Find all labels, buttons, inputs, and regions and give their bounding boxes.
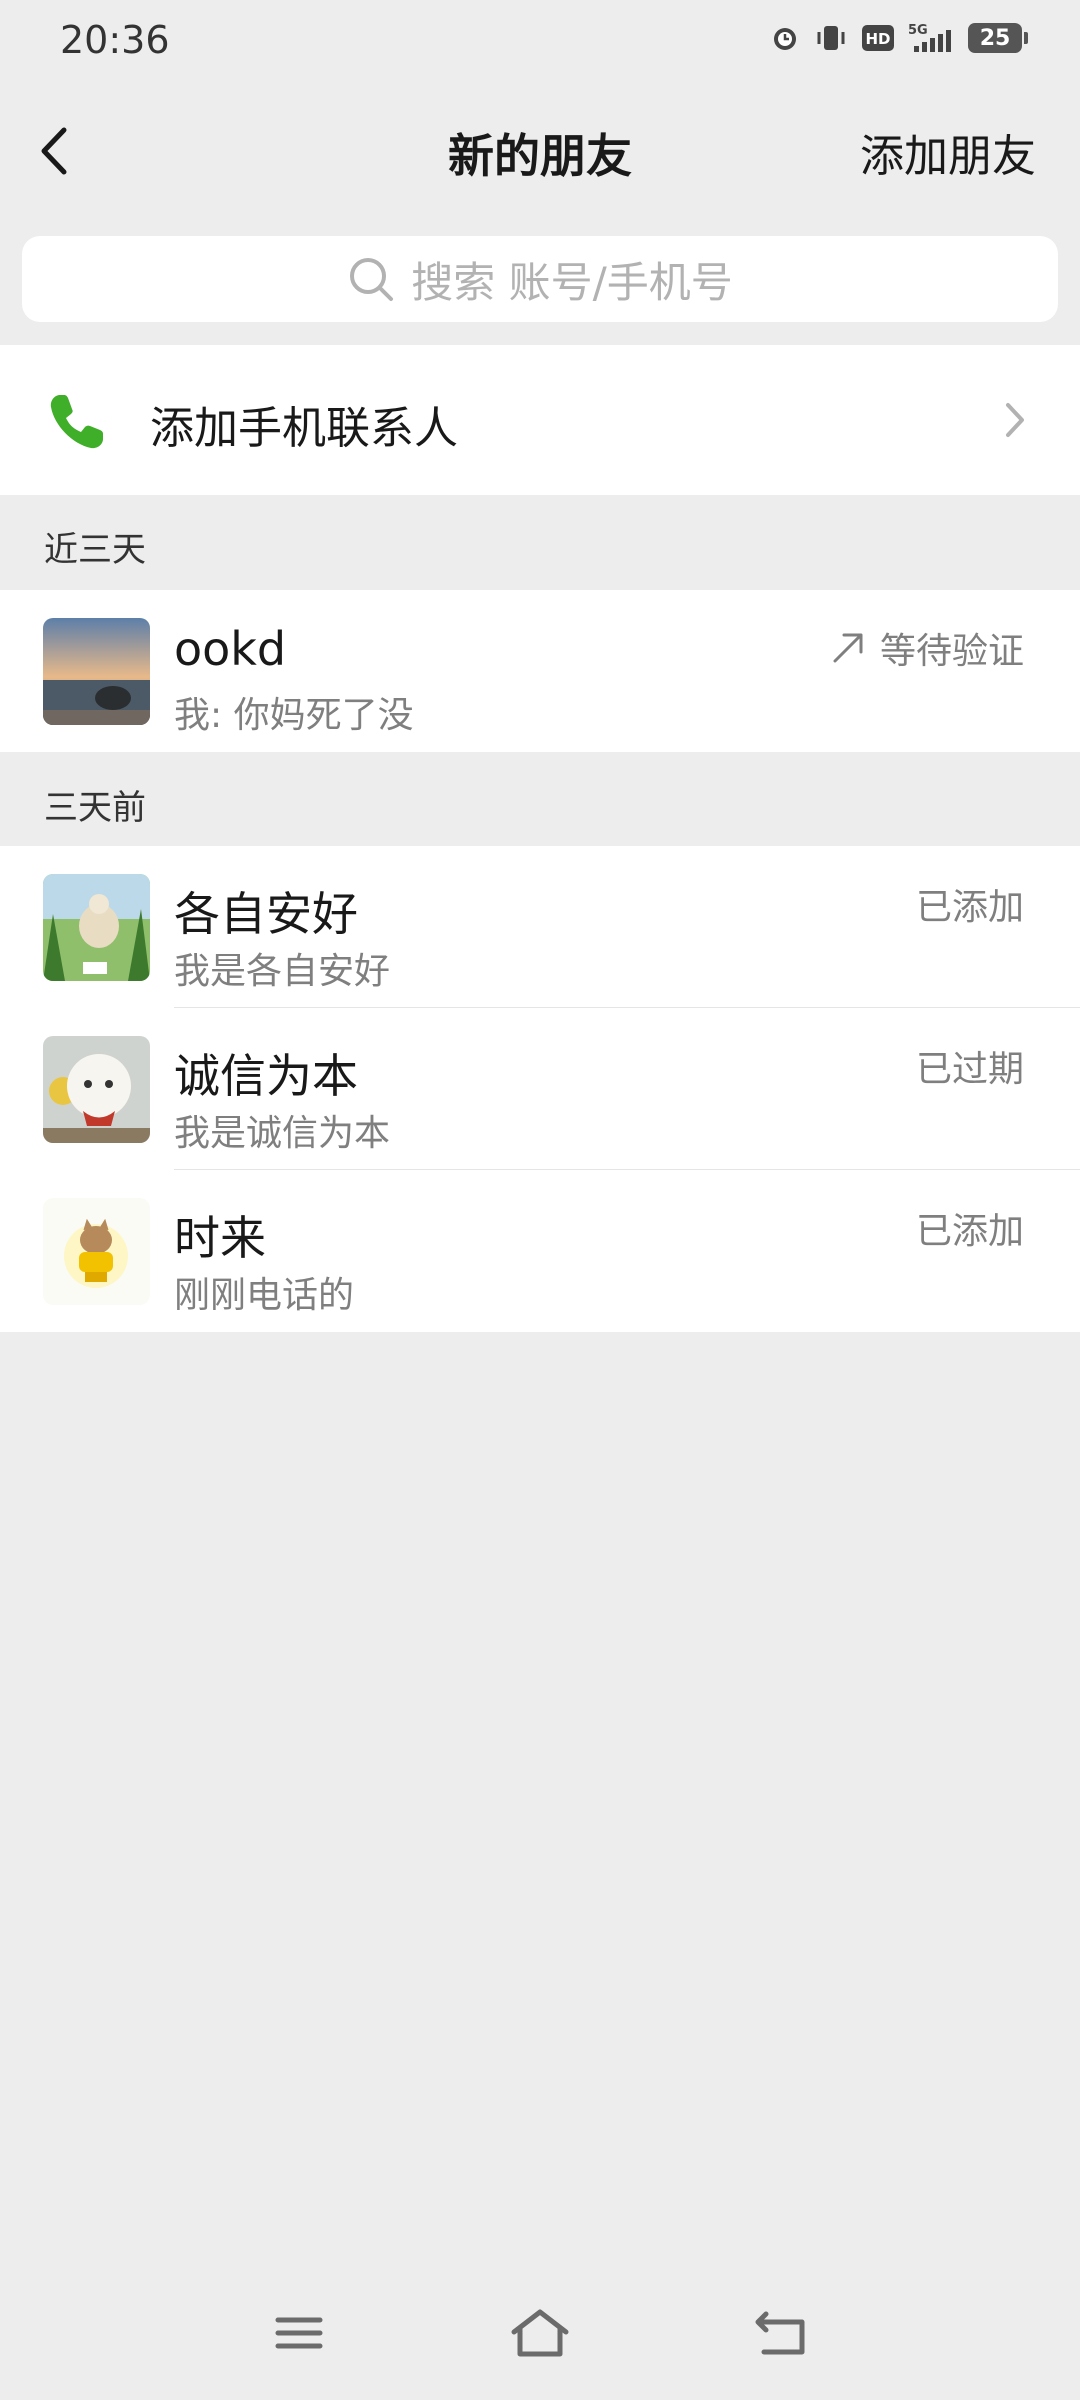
status-icons: HD 5G 25 [770,22,1028,54]
add-friend-button[interactable]: 添加朋友 [860,120,1036,184]
menu-icon [275,2317,323,2349]
recent-request-list: ookd 我: 你妈死了没 等待验证 [0,590,1080,752]
section-header-older: 三天前 [44,788,146,828]
status-time: 20:36 [60,18,170,62]
status-bar: 20:36 HD 5G 25 [0,0,1080,80]
battery-icon: 25 [968,23,1028,53]
avatar [43,874,150,981]
request-message: 刚刚电话的 [174,1275,355,1316]
section-header-recent: 近三天 [44,530,146,570]
arrow-up-right-icon [833,633,863,663]
system-nav-bar [0,2290,1080,2380]
svg-text:5G: 5G [908,23,928,38]
back-nav-button[interactable] [754,2308,808,2362]
avatar [43,1036,150,1143]
hd-icon: HD [862,25,894,51]
search-icon [350,258,394,301]
request-status-label: 等待验证 [879,631,1024,672]
chevron-right-icon [1000,397,1030,447]
request-message: 我是各自安好 [174,951,391,992]
friend-request-item[interactable]: 各自安好 我是各自安好 已添加 [0,846,1080,1008]
request-status: 等待验证 [830,622,1024,674]
return-icon [755,2311,805,2355]
avatar [43,1198,150,1305]
request-name: 诚信为本 [174,1049,358,1103]
search-placeholder: 搜索 账号/手机号 [411,257,733,307]
svg-text:HD: HD [865,30,890,48]
home-icon [511,2309,569,2357]
request-name: 各自安好 [174,887,358,941]
add-phone-contacts-label: 添加手机联系人 [150,403,458,454]
request-message: 我: 你妈死了没 [174,695,414,736]
search-input[interactable]: 搜索 账号/手机号 [22,236,1058,322]
vibrate-icon [814,23,848,53]
request-status-label: 已添加 [915,887,1024,928]
request-status: 已添加 [916,878,1024,930]
alarm-icon [770,23,800,53]
avatar [43,618,150,725]
request-name: ookd [174,622,287,676]
request-name: 时来 [174,1211,266,1265]
home-button[interactable] [510,2308,570,2362]
signal-5g-icon: 5G [908,22,954,54]
request-status: 已过期 [916,1040,1024,1092]
friend-request-item[interactable]: 时来 刚刚电话的 已添加 [0,1170,1080,1332]
request-status-label: 已过期 [915,1049,1024,1090]
older-request-list: 各自安好 我是各自安好 已添加 诚信为本 我是诚信为本 已过期 时来 刚刚电话的… [0,846,1080,1332]
add-phone-contacts-row[interactable]: 添加手机联系人 [0,345,1080,495]
friend-request-item[interactable]: 诚信为本 我是诚信为本 已过期 [0,1008,1080,1170]
request-message: 我是诚信为本 [174,1113,391,1154]
menu-button[interactable] [274,2308,324,2362]
request-status-label: 已添加 [915,1211,1024,1252]
phone-icon [46,391,108,457]
friend-request-item[interactable]: ookd 我: 你妈死了没 等待验证 [0,590,1080,752]
nav-bar: 新的朋友 添加朋友 [0,90,1080,210]
request-status: 已添加 [916,1202,1024,1254]
